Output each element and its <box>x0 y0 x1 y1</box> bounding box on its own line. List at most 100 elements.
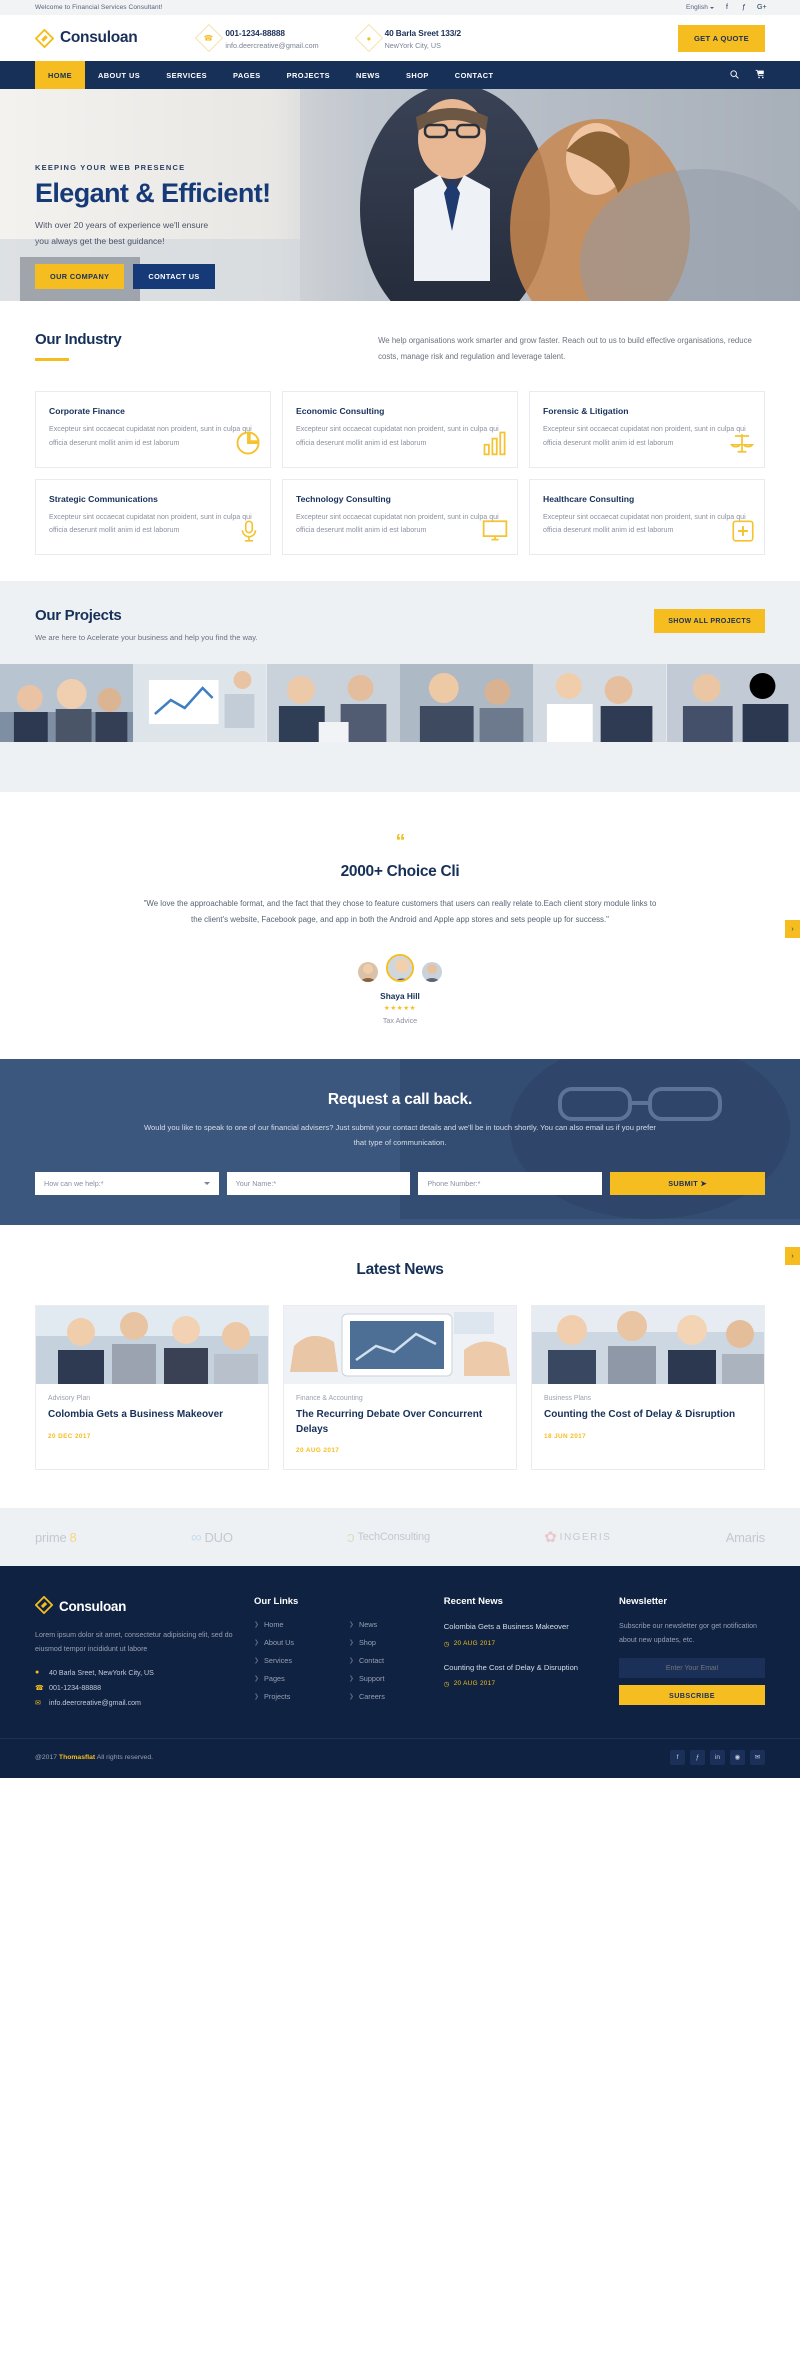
news-headline[interactable]: The Recurring Debate Over Concurrent Del… <box>296 1408 504 1437</box>
recent-news-title: Counting the Cost of Delay & Disruption <box>443 1662 579 1672</box>
brand-logo-amaris[interactable]: Amaris <box>726 1530 765 1545</box>
our-company-button[interactable]: OUR COMPANY <box>35 263 125 289</box>
industry-intro: We help organisations work smarter and g… <box>378 336 752 361</box>
name-input[interactable]: Your Name:* <box>226 1172 411 1196</box>
recent-news-date: ◷ 20 AUG 2017 <box>443 1680 496 1688</box>
footer-link-projects[interactable]: ❯ Projects <box>254 1692 349 1701</box>
twitter-icon[interactable]: ƒ <box>690 1749 705 1765</box>
industry-card[interactable]: Technology Consulting Excepteur sint occ… <box>282 478 518 556</box>
nav-item-projects[interactable]: PROJECTS <box>274 61 343 89</box>
linkedin-icon[interactable]: in <box>710 1749 725 1765</box>
submit-button[interactable]: SUBMIT ➤ <box>610 1172 766 1196</box>
newsletter-email-input[interactable] <box>618 1658 765 1679</box>
news-category: Business Plans <box>544 1395 592 1403</box>
dribbble-icon[interactable]: ◉ <box>730 1749 745 1765</box>
name-input-placeholder: Your Name:* <box>235 1179 277 1189</box>
footer-link-careers[interactable]: ❯ Careers <box>349 1692 444 1701</box>
consuloan-logo-icon <box>34 28 55 48</box>
header-email[interactable]: info.deercreative@gmail.com <box>225 41 318 50</box>
nav-item-contact[interactable]: CONTACT <box>442 61 507 89</box>
card-body: Excepteur sint occaecat cupidatat non pr… <box>543 512 746 535</box>
facebook-icon[interactable]: f <box>670 1749 685 1765</box>
footer-link-about-us[interactable]: ❯ About Us <box>254 1638 349 1647</box>
facebook-icon[interactable]: f <box>723 4 731 11</box>
footer-recent-item[interactable]: Counting the Cost of Delay & Disruption … <box>444 1661 619 1688</box>
news-card[interactable]: Business Plans Counting the Cost of Dela… <box>531 1305 765 1471</box>
nav-item-services[interactable]: SERVICES <box>153 61 220 89</box>
callback-title: Request a call back. <box>327 1090 473 1108</box>
news-thumbnail <box>36 1306 268 1385</box>
footer-recent-item[interactable]: Colombia Gets a Business Makeover ◷ 20 AU… <box>444 1620 619 1647</box>
title-underline <box>35 358 69 361</box>
project-thumbnail[interactable]: › <box>666 664 800 743</box>
industry-card[interactable]: Corporate Finance Excepteur sint occaeca… <box>35 390 271 468</box>
brand-logos-section: prime 8 ∞ DUO ɔ TechConsulting ✿ INGERIS… <box>0 1508 800 1567</box>
brand-label: TechConsulting <box>357 1531 430 1544</box>
industry-card[interactable]: Forensic & Litigation Excepteur sint occ… <box>529 390 765 468</box>
news-card[interactable]: Finance & Accounting The Recurring Debat… <box>283 1305 517 1471</box>
news-headline[interactable]: Counting the Cost of Delay & Disruption <box>544 1408 752 1423</box>
footer-email-row[interactable]: ✉ info.deercreative@gmail.com <box>35 1699 236 1707</box>
nav-item-home[interactable]: HOME <box>35 61 85 89</box>
news-card[interactable]: Advisory Plan Colombia Gets a Business M… <box>35 1305 269 1471</box>
footer-brand[interactable]: Consuloan <box>34 1595 236 1617</box>
avatar[interactable] <box>358 961 378 982</box>
footer-address-row: ● 40 Barla Sreet, NewYork City, US <box>35 1669 236 1677</box>
get-a-quote-button[interactable]: GET A QUOTE <box>677 24 765 52</box>
footer-link-home[interactable]: ❯ Home <box>254 1620 349 1629</box>
footer-link-pages[interactable]: ❯ Pages <box>254 1674 349 1683</box>
project-thumbnail[interactable] <box>133 664 267 743</box>
industry-card-grid: Corporate Finance Excepteur sint occaeca… <box>35 390 765 556</box>
project-thumbnail[interactable] <box>0 664 134 743</box>
project-thumbnail[interactable] <box>399 664 534 743</box>
nav-item-news[interactable]: NEWS <box>343 61 393 89</box>
language-selector[interactable]: English <box>686 4 714 11</box>
twitter-icon[interactable]: ƒ <box>740 4 748 11</box>
brand-logo-techconsulting[interactable]: ɔ TechConsulting <box>347 1529 430 1546</box>
project-thumbnail[interactable] <box>266 664 400 743</box>
brand-logo-duo[interactable]: ∞ DUO <box>191 1529 233 1546</box>
footer-links-heading: Our Links <box>254 1596 299 1608</box>
nav-item-about-us[interactable]: ABOUT US <box>85 61 153 89</box>
help-select[interactable]: How can we help:* <box>35 1172 219 1196</box>
brand-mark-icon: ∞ <box>190 1528 202 1546</box>
news-thumbnail <box>284 1306 516 1385</box>
industry-card[interactable]: Healthcare Consulting Excepteur sint occ… <box>529 478 765 556</box>
news-next-arrow[interactable]: › <box>785 1247 800 1266</box>
news-headline[interactable]: Colombia Gets a Business Makeover <box>48 1408 256 1423</box>
industry-card[interactable]: Strategic Communications Excepteur sint … <box>35 478 271 556</box>
callback-form: How can we help:* Your Name:* Phone Numb… <box>35 1172 766 1196</box>
google-plus-icon[interactable]: G+ <box>757 4 767 11</box>
brand-logo[interactable]: Consuloan <box>34 28 138 48</box>
project-thumbnail[interactable] <box>533 664 667 743</box>
contact-us-button[interactable]: CONTACT US <box>133 263 215 289</box>
subscribe-button[interactable]: SUBSCRIBE <box>618 1685 765 1706</box>
footer-link-services[interactable]: ❯ Services <box>254 1656 349 1665</box>
nav-item-shop[interactable]: SHOP <box>393 61 442 89</box>
news-section: Latest News Advisory Plan Colombia Gets … <box>0 1225 800 1509</box>
header-phone[interactable]: 001-1234-88888 <box>225 28 285 38</box>
envelope-icon[interactable]: ✉ <box>750 1749 765 1765</box>
footer-phone-row[interactable]: ☎ 001-1234-88888 <box>35 1684 236 1692</box>
footer-links-list-1: ❯ Home ❯ About Us ❯ Services ❯ Pages ❯ Projec… <box>254 1620 349 1710</box>
testimonial-next-arrow[interactable]: › <box>785 920 800 939</box>
avatar[interactable] <box>422 961 442 982</box>
cart-icon[interactable] <box>755 69 765 81</box>
projects-image-strip: › <box>0 664 800 743</box>
brand-logo-prime[interactable]: prime 8 <box>35 1530 77 1545</box>
industry-card[interactable]: Economic Consulting Excepteur sint occae… <box>282 390 518 468</box>
footer-about-column: Consuloan Lorem ipsum dolor sit amet, co… <box>34 1595 254 1713</box>
search-icon[interactable] <box>730 69 739 81</box>
brand-logo-ingeris[interactable]: ✿ INGERIS <box>544 1528 611 1546</box>
nav-item-pages[interactable]: PAGES <box>220 61 274 89</box>
footer-link-support[interactable]: ❯ Support <box>349 1674 444 1683</box>
footer-link-shop[interactable]: ❯ Shop <box>349 1638 444 1647</box>
card-body: Excepteur sint occaecat cupidatat non pr… <box>49 512 252 535</box>
show-all-projects-button[interactable]: SHOW ALL PROJECTS <box>654 609 765 634</box>
footer-link-news[interactable]: ❯ News <box>349 1620 444 1629</box>
avatar-active[interactable] <box>386 953 414 982</box>
phone-input[interactable]: Phone Number:* <box>418 1172 603 1196</box>
main-navigation: HOME ABOUT US SERVICES PAGES PROJECTS NE… <box>0 61 800 89</box>
chevron-down-icon <box>203 1182 210 1186</box>
footer-link-contact[interactable]: ❯ Contact <box>349 1656 444 1665</box>
